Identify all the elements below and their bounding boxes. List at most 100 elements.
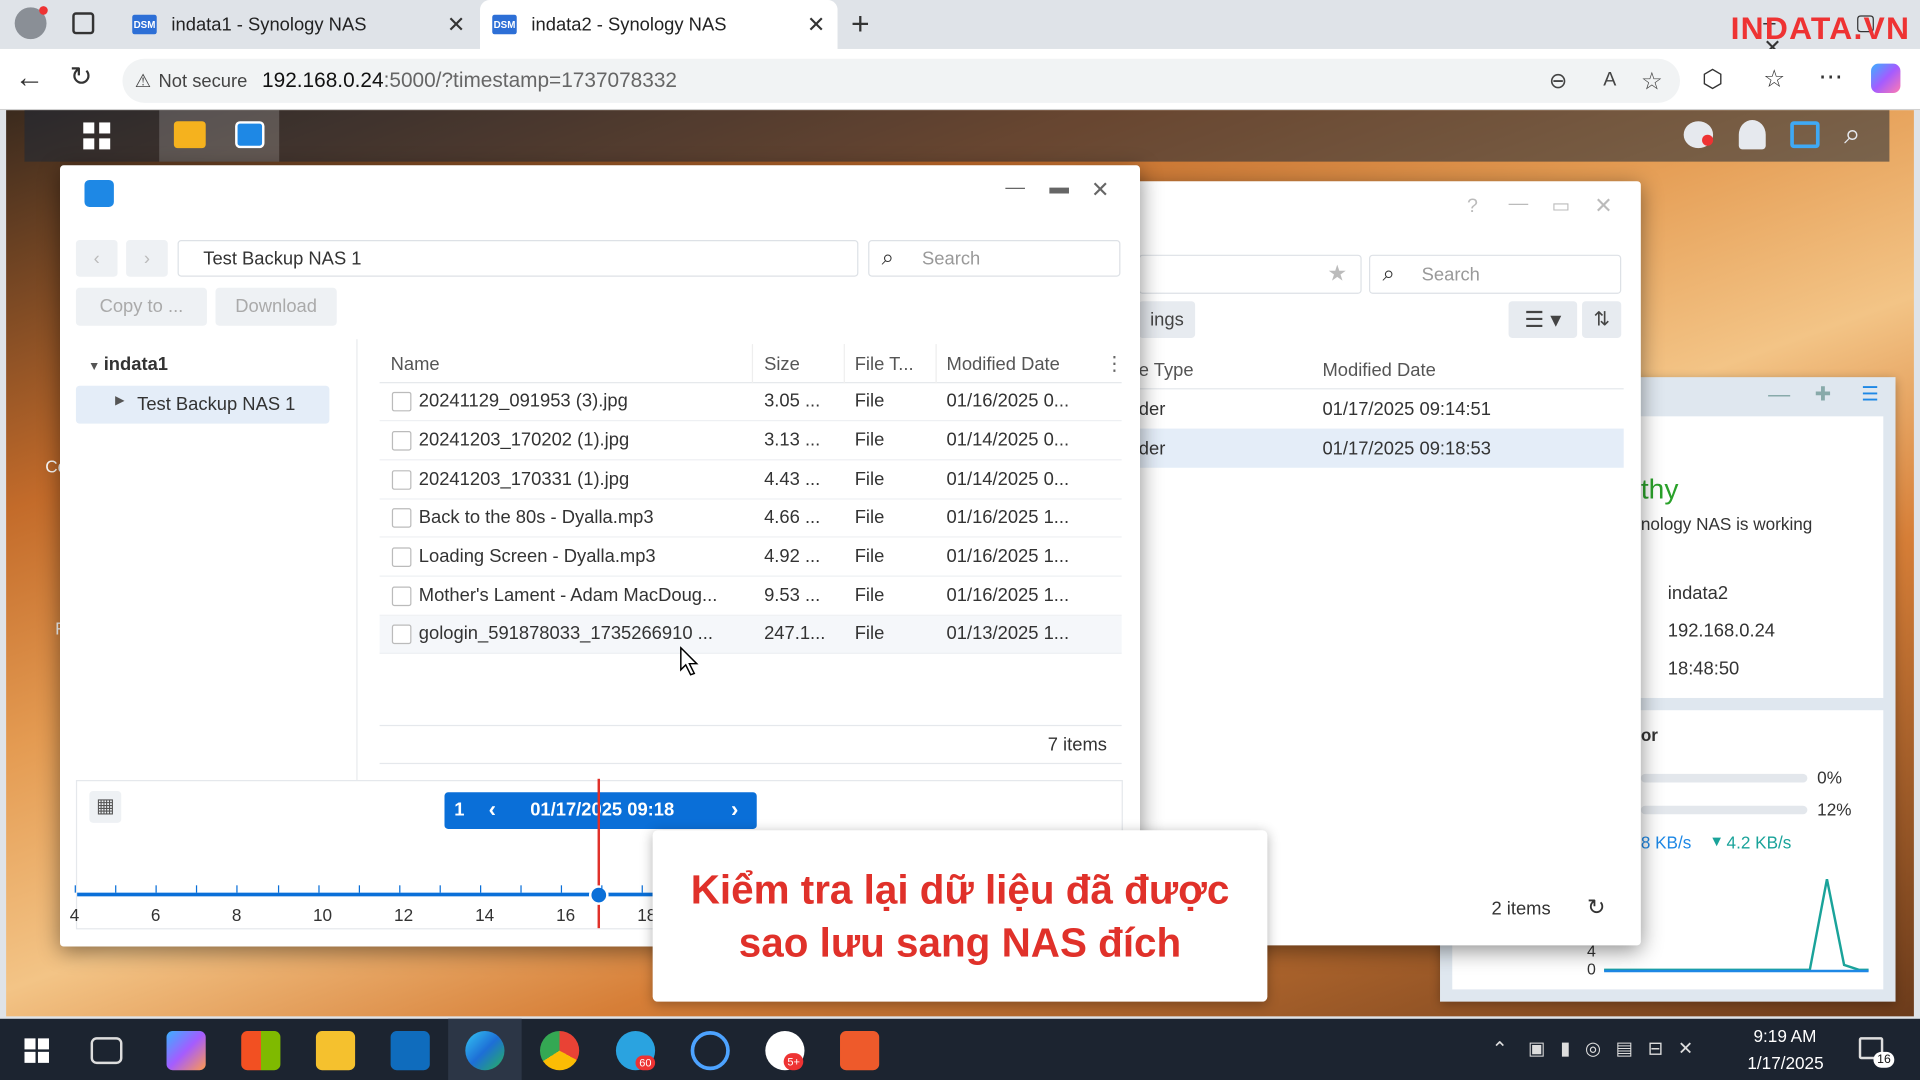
chrome-icon[interactable] [540, 1031, 580, 1071]
close-icon[interactable]: ✕ [1594, 193, 1612, 219]
table-footer: 7 items [379, 724, 1122, 765]
user-icon[interactable] [1738, 120, 1766, 150]
calendar-icon[interactable]: ▦ [89, 791, 122, 823]
item-count: 7 items [1047, 734, 1107, 756]
outlook-icon[interactable] [390, 1031, 430, 1071]
minimize-icon[interactable]: — [1005, 178, 1025, 200]
snapshot-selector[interactable]: 1 ‹ 01/17/2025 09:18 › [444, 792, 757, 829]
download-button[interactable]: Download [215, 287, 337, 326]
file-row[interactable]: 20241203_170202 (1).jpg 3.13 ... File 01/14… [379, 422, 1122, 461]
back-icon[interactable]: ← [15, 61, 44, 95]
row-checkbox[interactable] [391, 586, 412, 607]
timeline-cursor[interactable] [597, 778, 601, 929]
maximize-icon[interactable]: ▭ [1551, 193, 1570, 217]
timeline-tick-label: 6 [150, 904, 161, 925]
file-row[interactable]: Mother's Lament - Adam MacDoug... 9.53 ..… [379, 578, 1122, 616]
timeline-tick-label: 12 [394, 904, 414, 925]
row-checkbox[interactable] [391, 391, 412, 412]
timeline-tick [196, 885, 198, 893]
minimize-icon[interactable]: — [1509, 193, 1529, 215]
widget-menu-icon[interactable]: ☰ [1861, 382, 1879, 406]
settings-button[interactable]: ings [1138, 301, 1196, 338]
file-type: File [854, 390, 885, 412]
sort-button[interactable]: ⇅ [1582, 301, 1622, 338]
file-row[interactable]: Back to the 80s - Dyalla.mp3 4.66 ... File… [379, 500, 1122, 538]
tray-chevron-icon[interactable]: ⌃ [1491, 1037, 1507, 1061]
search-field[interactable]: ⌕ Search [868, 240, 1121, 277]
path-field[interactable]: Test Backup NAS 1 [177, 240, 859, 277]
favorites-icon[interactable]: ☆ [1763, 64, 1785, 95]
network-chart [1604, 878, 1869, 973]
timeline-tick [561, 885, 563, 893]
camtasia-icon[interactable] [840, 1031, 880, 1071]
nav-back-button[interactable]: ‹ [75, 240, 118, 277]
zoom-icon[interactable]: ⊖ [1549, 68, 1567, 94]
copilot-icon[interactable] [166, 1031, 206, 1071]
store-icon[interactable] [241, 1031, 281, 1071]
list-view-button[interactable]: ☰ ▾ [1508, 301, 1578, 338]
file-explorer-icon[interactable] [315, 1031, 356, 1071]
clock-date[interactable]: 1/17/2025 [1747, 1053, 1823, 1073]
tab-indata2[interactable]: DSM indata2 - Synology NAS ✕ [480, 0, 838, 49]
search-field[interactable]: ⌕ Search [1368, 254, 1622, 294]
start-icon[interactable] [24, 1038, 49, 1063]
refresh-icon[interactable]: ↻ [1587, 895, 1605, 921]
row-checkbox[interactable] [391, 624, 412, 645]
nav-forward-button[interactable]: › [126, 240, 168, 277]
new-tab-icon[interactable]: + [851, 5, 870, 43]
read-aloud-icon[interactable]: A [1603, 70, 1616, 92]
file-row[interactable]: Loading Screen - Dyalla.mp3 4.92 ... File 0… [379, 539, 1122, 577]
close-tab-icon[interactable]: ✕ [807, 12, 825, 38]
row-checkbox[interactable] [391, 547, 412, 567]
task-view-icon[interactable] [90, 1037, 123, 1065]
col-file-type[interactable]: File T... [855, 354, 914, 375]
col-modified[interactable]: Modified Date [1322, 360, 1435, 381]
widget-minimize-icon[interactable]: — [1768, 382, 1790, 408]
table-row[interactable]: der 01/17/2025 09:14:51 [1139, 391, 1624, 429]
col-type[interactable]: e Type [1139, 360, 1194, 381]
refresh-icon[interactable]: ↻ [70, 61, 93, 93]
folder-icon[interactable] [173, 121, 206, 149]
close-icon[interactable]: ✕ [1091, 178, 1109, 204]
copilot-icon[interactable] [1871, 63, 1901, 94]
col-size[interactable]: Size [764, 354, 800, 375]
tab-actions-icon[interactable] [72, 12, 95, 35]
more-menu-icon[interactable]: ⋯ [1818, 61, 1842, 92]
help-icon[interactable]: ? [1467, 196, 1478, 218]
row-checkbox[interactable] [391, 431, 412, 451]
tray-icons[interactable]: ▣▮◎▤⊟✕ [1528, 1037, 1708, 1059]
favorite-star-icon[interactable]: ☆ [1641, 66, 1663, 97]
expand-caret-icon[interactable]: ▼ [88, 360, 104, 373]
prev-snapshot-icon[interactable]: ‹ [489, 797, 496, 823]
favorite-star-icon[interactable]: ★ [1327, 261, 1347, 287]
timeline-handle[interactable] [588, 885, 609, 905]
collapse-caret-icon[interactable]: ▶ [115, 394, 124, 407]
row-checkbox[interactable] [391, 508, 412, 528]
edge-icon[interactable] [465, 1031, 505, 1071]
snapshot-count: 1 [454, 799, 465, 821]
tab-indata1[interactable]: DSM indata1 - Synology NAS ✕ [120, 0, 478, 49]
clock-time[interactable]: 9:19 AM [1753, 1026, 1816, 1046]
snapshot-app-icon[interactable] [235, 121, 265, 149]
widgets-icon[interactable] [1790, 121, 1820, 149]
row-checkbox[interactable] [391, 470, 412, 490]
file-row[interactable]: 20241203_170331 (1).jpg 4.43 ... File 01/14… [379, 462, 1122, 500]
widget-pin-icon[interactable]: ✚ [1815, 382, 1831, 406]
main-menu-icon[interactable] [83, 122, 111, 150]
url-field[interactable]: ⚠ Not secure 192.168.0.24:5000/?timestam… [122, 58, 1681, 103]
close-tab-icon[interactable]: ✕ [447, 12, 465, 38]
extensions-icon[interactable]: ⬡ [1702, 64, 1723, 95]
maximize-icon[interactable]: ▬ [1049, 178, 1069, 200]
file-row[interactable]: 20241129_091953 (3).jpg 3.05 ... File 01/16… [379, 383, 1122, 422]
copy-to-button[interactable]: Copy to ... [75, 287, 207, 326]
search-app-icon[interactable] [690, 1031, 730, 1071]
tree-root[interactable]: ▼ indata1 [88, 354, 168, 375]
search-icon[interactable]: ⌕ [1844, 118, 1860, 152]
column-menu-icon[interactable]: ⋮ [1104, 351, 1124, 375]
table-row-selected[interactable]: der 01/17/2025 09:18:53 [1138, 428, 1624, 468]
tree-item-selected[interactable]: ▶ Test Backup NAS 1 [75, 385, 330, 424]
next-snapshot-icon[interactable]: › [731, 797, 738, 823]
col-name[interactable]: Name [391, 354, 440, 375]
col-modified-date[interactable]: Modified Date [947, 354, 1060, 375]
file-row[interactable]: gologin_591878033_1735266910 ... 247.1...… [379, 615, 1122, 654]
